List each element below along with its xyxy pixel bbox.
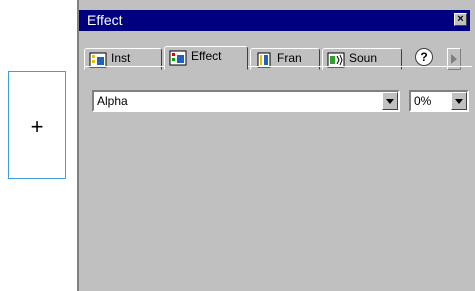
alpha-amount-field[interactable]: 0% — [409, 90, 469, 112]
effect-type-value: Alpha — [97, 94, 128, 108]
chevron-down-icon[interactable] — [382, 92, 398, 110]
effect-icon — [169, 50, 187, 66]
stage-symbol-instance[interactable]: + — [8, 71, 66, 179]
tab-divider — [84, 66, 472, 67]
panel-titlebar[interactable]: Effect × — [79, 10, 470, 31]
tab-sound-label: Soun — [349, 51, 378, 65]
panel-tabs: Inst Effect Fran Soun ? — [84, 36, 472, 70]
help-icon[interactable]: ? — [415, 48, 433, 66]
alpha-amount-value: 0% — [414, 94, 432, 108]
tab-effect[interactable]: Effect — [164, 46, 248, 70]
registration-point-icon: + — [30, 114, 44, 139]
chevron-down-icon[interactable] — [451, 92, 467, 110]
tab-effect-label: Effect — [191, 49, 222, 63]
tab-instance-label: Inst — [111, 51, 131, 65]
tab-frame-label: Fran — [277, 51, 302, 65]
effect-type-select[interactable]: Alpha — [92, 90, 400, 112]
panel-title: Effect — [87, 12, 123, 28]
close-icon[interactable]: × — [454, 13, 467, 26]
effect-panel: Effect × Inst Effect Fran Soun ? Alpha 0… — [77, 0, 475, 291]
